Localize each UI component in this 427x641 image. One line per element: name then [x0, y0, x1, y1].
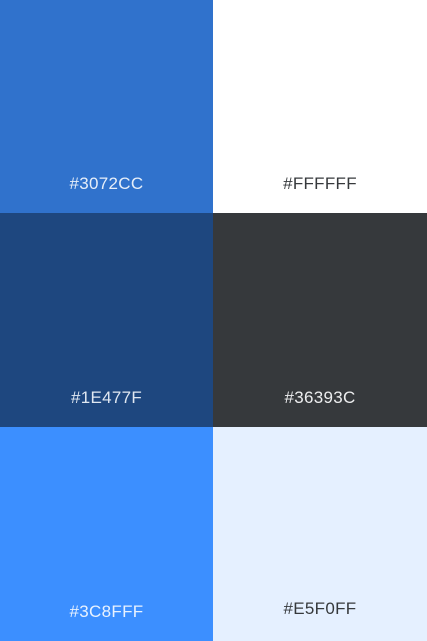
color-swatch-6: #E5F0FF [213, 427, 427, 641]
color-swatch-3: #1E477F [0, 213, 213, 427]
color-swatch-1: #3072CC [0, 0, 213, 213]
color-swatch-4: #36393C [213, 213, 427, 427]
color-palette: #3072CC #FFFFFF #1E477F #36393C #3C8FFF … [0, 0, 427, 641]
swatch-hex-label: #36393C [284, 388, 356, 407]
color-swatch-5: #3C8FFF [0, 427, 213, 641]
swatch-hex-label: #E5F0FF [283, 599, 357, 618]
color-swatch-2: #FFFFFF [213, 0, 427, 213]
swatch-hex-label: #FFFFFF [283, 174, 357, 193]
swatch-hex-label: #3072CC [69, 174, 144, 193]
swatch-hex-label: #1E477F [70, 388, 143, 407]
swatch-hex-label: #3C8FFF [69, 602, 144, 621]
